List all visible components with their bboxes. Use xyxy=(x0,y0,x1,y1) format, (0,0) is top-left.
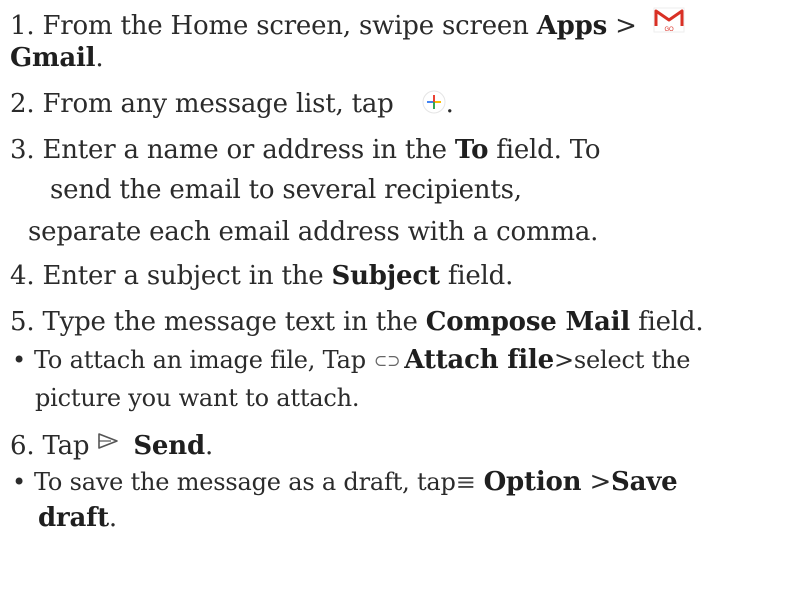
bullet-dot: • xyxy=(12,346,26,374)
step-6-bullet-line-2: draft. xyxy=(38,500,117,536)
bullet-text: To save the message as a draft, tap xyxy=(33,468,456,496)
bullet-text-2: picture you want to attach. xyxy=(35,384,360,412)
apps-label: Apps xyxy=(536,11,608,41)
separator: > xyxy=(607,11,637,41)
step-5-bullet-line-2: picture you want to attach. xyxy=(35,380,360,416)
step-4-line: 4. Enter a subject in the Subject field. xyxy=(10,258,513,294)
save-label: Save xyxy=(611,467,678,497)
step-5-suffix: field. xyxy=(630,307,704,337)
draft-label: draft xyxy=(38,503,109,533)
step-1-line-2: Gmail. xyxy=(10,40,104,76)
step-3-suffix: field. To xyxy=(488,135,601,165)
step-3-line-3: separate each email address with a comma… xyxy=(28,214,598,250)
period: . xyxy=(108,503,117,533)
step-1-line-1: 1. From the Home screen, swipe screen Ap… xyxy=(10,4,687,44)
bullet-text: To attach an image file, Tap xyxy=(33,346,366,374)
bullet-suffix: >select the xyxy=(553,346,691,374)
step-1-text: 1. From the Home screen, swipe screen xyxy=(10,11,537,41)
compose-plus-icon xyxy=(422,88,446,114)
step-3-text-3: separate each email address with a comma… xyxy=(28,217,599,247)
send-label: Send xyxy=(133,431,205,461)
step-6-text: 6. Tap xyxy=(10,431,90,461)
step-2-line: 2. From any message list, tap. xyxy=(10,86,454,122)
step-5-bullet-line-1: • To attach an image file, Tap ⊂⊃ Attach fi… xyxy=(12,342,690,379)
gmail-label: Gmail xyxy=(10,43,96,73)
step-3-text: 3. Enter a name or address in the xyxy=(10,135,455,165)
step-3-line-1: 3. Enter a name or address in the To fie… xyxy=(10,132,600,168)
separator: > xyxy=(581,467,612,497)
send-icon xyxy=(97,424,119,449)
attach-file-label: Attach file xyxy=(404,345,554,375)
step-6-bullet-line-1: • To save the message as a draft, tap≡ Opt… xyxy=(12,464,678,500)
gmail-go-label: GO xyxy=(664,27,673,33)
step-6-line: 6. Tap Send. xyxy=(10,424,213,464)
step-5-text: 5. Type the message text in the xyxy=(10,307,426,337)
subject-label: Subject xyxy=(331,261,440,291)
step-5-line: 5. Type the message text in the Compose … xyxy=(10,304,704,340)
menu-icon: ≡ xyxy=(455,468,476,496)
period: . xyxy=(445,89,454,119)
step-4-suffix: field. xyxy=(439,261,514,291)
period: . xyxy=(95,43,104,73)
option-label: Option xyxy=(483,467,582,497)
compose-mail-label: Compose Mail xyxy=(425,307,631,337)
step-4-text: 4. Enter a subject in the xyxy=(10,261,332,291)
to-label: To xyxy=(454,135,489,165)
step-2-text: 2. From any message list, tap xyxy=(10,89,394,119)
step-3-text-2: send the email to several recipients, xyxy=(50,175,522,205)
period: . xyxy=(204,431,214,461)
step-3-line-2: send the email to several recipients, xyxy=(50,172,522,208)
bullet-dot: • xyxy=(12,468,26,496)
paperclip-icon: ⊂⊃ xyxy=(373,351,401,370)
gmail-go-icon: GO xyxy=(651,4,687,36)
